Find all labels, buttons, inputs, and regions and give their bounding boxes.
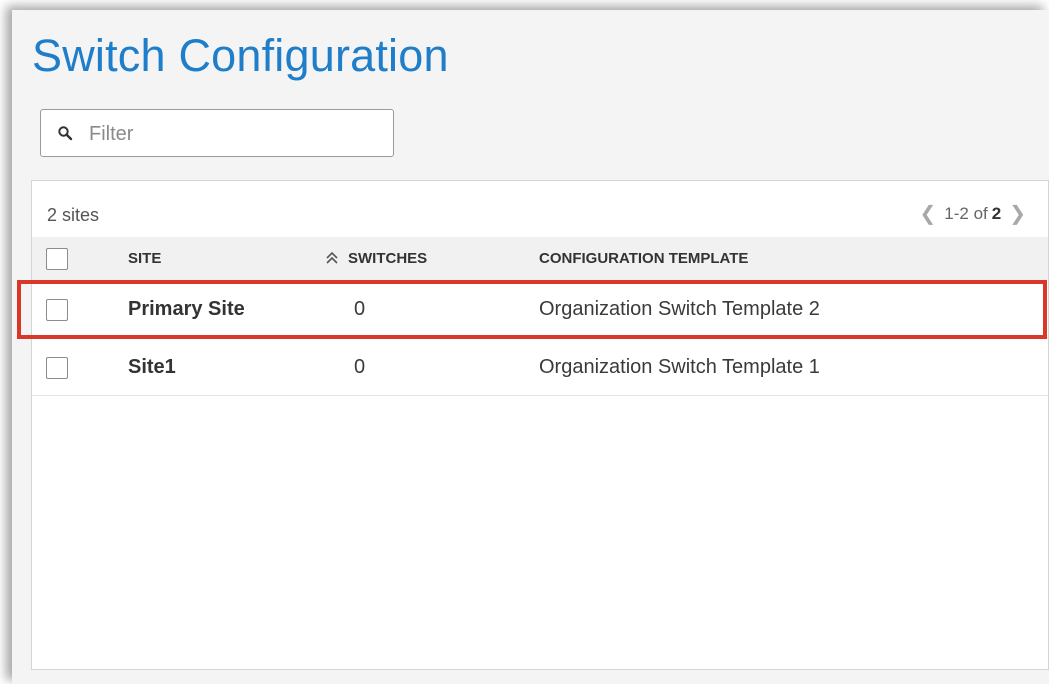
column-header-switches[interactable]: SWITCHES [348, 250, 427, 267]
site-name[interactable]: Site1 [128, 356, 176, 379]
search-icon [58, 126, 73, 141]
row-checkbox[interactable] [46, 299, 68, 321]
chevron-left-icon[interactable]: ❮ [912, 201, 945, 226]
double-chevron-up-icon[interactable] [324, 249, 340, 265]
switch-count: 0 [354, 356, 366, 378]
column-header-configuration-template[interactable]: CONFIGURATION TEMPLATE [539, 250, 748, 267]
table-row[interactable]: Site1 0 Organization Switch Template 1 [32, 338, 1048, 396]
switch-count: 0 [354, 298, 366, 320]
sites-table-panel: 2 sites ❮ 1-2 of 2 ❯ SITE SWITCHES CONFI… [31, 180, 1049, 670]
pagination: ❮ 1-2 of 2 ❯ [912, 201, 1034, 226]
page-title: Switch Configuration [32, 30, 449, 81]
configuration-template: Organization Switch Template 1 [539, 356, 820, 378]
table-row[interactable]: Primary Site 0 Organization Switch Templ… [32, 280, 1048, 338]
select-all-checkbox[interactable] [46, 248, 68, 270]
column-header-site[interactable]: SITE [128, 250, 161, 267]
site-name[interactable]: Primary Site [128, 298, 245, 321]
site-count: 2 sites [47, 205, 100, 225]
filter-box[interactable] [40, 109, 394, 158]
configuration-template: Organization Switch Template 2 [539, 298, 820, 320]
table-header: SITE SWITCHES CONFIGURATION TEMPLATE [32, 237, 1048, 280]
pager-range: 1-2 of [944, 203, 988, 223]
chevron-right-icon[interactable]: ❯ [1001, 201, 1034, 226]
switch-configuration-view: Switch Configuration 2 sites ❮ 1-2 of 2 … [12, 10, 1049, 684]
row-checkbox[interactable] [46, 357, 68, 379]
filter-input[interactable] [87, 110, 391, 158]
pager-total: 2 [991, 203, 1002, 223]
